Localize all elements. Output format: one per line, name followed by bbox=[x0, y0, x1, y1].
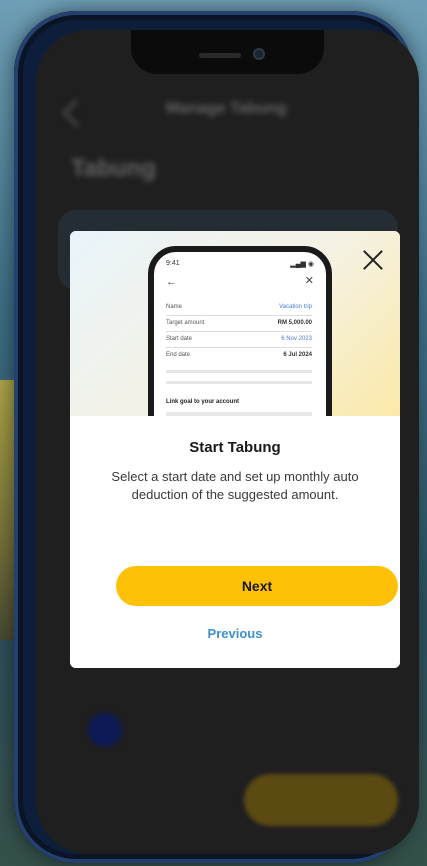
modal-title: Start Tabung bbox=[189, 439, 281, 456]
background-heading: Tabung bbox=[71, 155, 156, 182]
camera-icon bbox=[253, 48, 265, 60]
illustration-row-label: Start date bbox=[166, 336, 193, 342]
onboarding-modal: 9:41 ▂▄▆ ◉ ← ✕ Name Vacation trip Target… bbox=[70, 231, 400, 668]
close-icon[interactable] bbox=[360, 247, 386, 273]
speaker-icon bbox=[199, 53, 241, 58]
divider bbox=[166, 347, 312, 348]
illustration-row: Start date 6 Nov 2023 bbox=[166, 336, 312, 346]
modal-body: Start Tabung Select a start date and set… bbox=[70, 416, 400, 668]
illustration-row: Target amount RM 5,000.00 bbox=[166, 320, 312, 330]
illustration-row-value: 6 Jul 2024 bbox=[283, 352, 312, 358]
avatar bbox=[88, 713, 122, 747]
illustration-close-icon: ✕ bbox=[304, 275, 314, 287]
phone-screen: Manage Tabung Tabung 9:41 ▂▄▆ ◉ ← ✕ Name… bbox=[36, 30, 419, 854]
back-arrow-icon[interactable] bbox=[62, 99, 91, 128]
background-action-button[interactable] bbox=[244, 774, 398, 826]
phone-notch bbox=[131, 30, 324, 74]
illustration-note bbox=[166, 370, 312, 384]
illustration-row-value: Vacation trip bbox=[279, 304, 312, 310]
illustration-row-label: Target amount bbox=[166, 320, 205, 326]
previous-button[interactable]: Previous bbox=[185, 626, 285, 641]
illustration-back-icon: ← bbox=[166, 276, 177, 288]
illustration-row: End date 6 Jul 2024 bbox=[166, 352, 312, 362]
divider bbox=[166, 331, 312, 332]
illustration-row-label: Name bbox=[166, 304, 183, 310]
illustration-link-title: Link goal to your account bbox=[166, 399, 240, 405]
illustration-row-value: 6 Nov 2023 bbox=[281, 336, 312, 342]
illustration-row-label: End date bbox=[166, 352, 191, 358]
background-header-title: Manage Tabung bbox=[166, 100, 287, 117]
modal-illustration: 9:41 ▂▄▆ ◉ ← ✕ Name Vacation trip Target… bbox=[70, 231, 400, 416]
illustration-row: Name Vacation trip bbox=[166, 304, 312, 314]
modal-description: Select a start date and set up monthly a… bbox=[111, 469, 359, 502]
divider bbox=[166, 315, 312, 316]
next-button[interactable]: Next bbox=[116, 566, 398, 606]
illustration-phone: 9:41 ▂▄▆ ◉ ← ✕ Name Vacation trip Target… bbox=[148, 246, 332, 416]
phone-frame: Manage Tabung Tabung 9:41 ▂▄▆ ◉ ← ✕ Name… bbox=[14, 11, 419, 863]
illustration-status-time: 9:41 bbox=[166, 260, 180, 267]
illustration-status-icons: ▂▄▆ ◉ bbox=[290, 261, 314, 268]
illustration-row-value: RM 5,000.00 bbox=[277, 320, 312, 326]
